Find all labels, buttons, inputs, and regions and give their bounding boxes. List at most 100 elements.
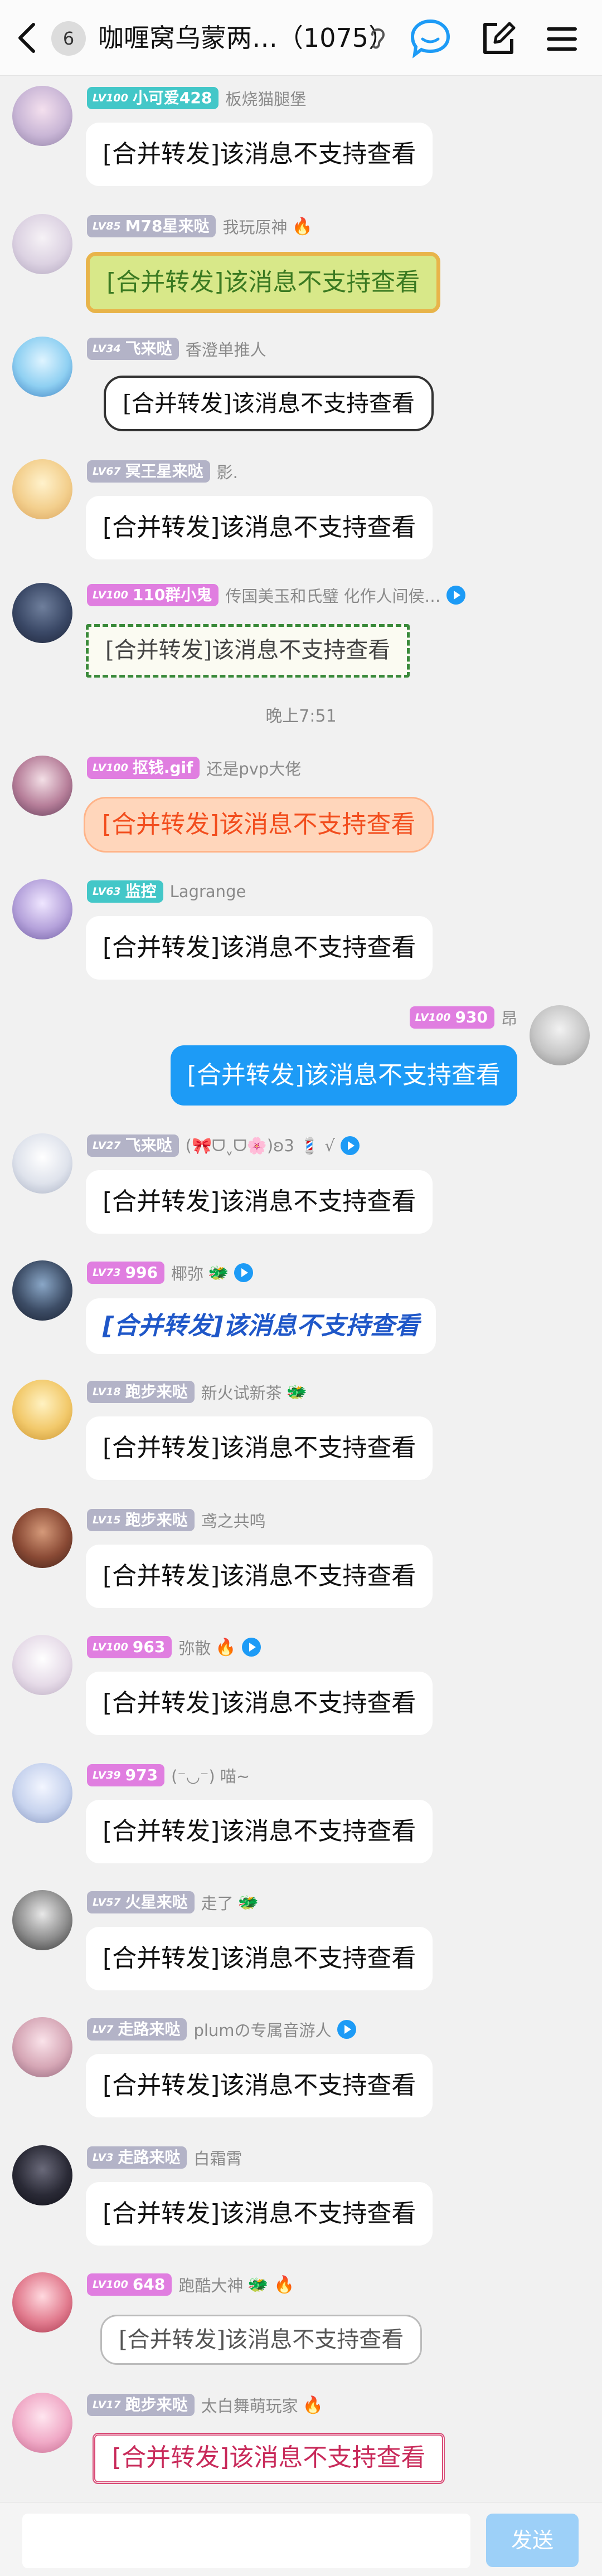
message-item: LV63 监控 Lagrange [合并转发]该消息不支持查看 — [0, 877, 602, 988]
message-bubble[interactable]: [合并转发]该消息不支持查看 — [86, 916, 433, 980]
message-input[interactable] — [22, 2514, 470, 2568]
sender-nickname[interactable]: 新火试新茶 — [201, 1380, 282, 1404]
member-title-tag: LV85 M78星来哒 — [87, 215, 216, 237]
edit-icon[interactable] — [478, 19, 517, 58]
message-item: LV34 飞来哒 香澄单推人 [合并转发]该消息不支持查看 — [0, 334, 602, 446]
message-item: LV100 小可爱428 板烧猫腿堡 [合并转发]该消息不支持查看 — [0, 84, 602, 195]
sender-meta: LV34 飞来哒 香澄单推人 — [87, 337, 266, 361]
message-bubble[interactable]: [合并转发]该消息不支持查看 — [104, 376, 434, 431]
sender-meta: LV100 648 跑酷大神 🐲 🔥 — [87, 2272, 295, 2297]
sender-meta: LV15 跑步来哒 鸢之共鸣 — [87, 1508, 266, 1532]
message-item: LV100 110群小鬼 传国美玉和氏璧 化作人间侯… [合并转发]该消息不支持查… — [0, 581, 602, 692]
voice-badge-icon — [241, 1638, 261, 1657]
sender-nickname[interactable]: 板烧猫腿堡 — [225, 86, 306, 110]
member-title-tag: LV100 930 — [409, 1006, 494, 1029]
avatar[interactable] — [12, 1260, 72, 1321]
sender-nickname[interactable]: 传国美玉和氏璧 化作人间侯… — [225, 583, 440, 607]
member-title-tag: LV100 小可爱428 — [87, 87, 219, 109]
avatar[interactable] — [12, 337, 72, 397]
message-item: LV85 M78星来哒 我玩原神 🔥 [合并转发]该消息不支持查看 — [0, 212, 602, 323]
avatar[interactable] — [12, 879, 72, 939]
avatar[interactable] — [12, 756, 72, 816]
avatar[interactable] — [12, 459, 72, 519]
avatar[interactable] — [12, 1890, 72, 1950]
avatar[interactable] — [12, 1133, 72, 1194]
message-bubble[interactable]: [合并转发]该消息不支持查看 — [86, 1298, 436, 1354]
message-item: LV3 走路来哒 白霜霄 [合并转发]该消息不支持查看 — [0, 2143, 602, 2254]
message-bubble[interactable]: [合并转发]该消息不支持查看 — [86, 1416, 433, 1480]
chevron-left-icon[interactable] — [12, 20, 43, 56]
sender-nickname[interactable]: 白霜霄 — [193, 2146, 242, 2169]
message-bubble[interactable]: [合并转发]该消息不支持查看 — [86, 624, 410, 678]
voice-badge-icon — [234, 1263, 254, 1282]
sender-nickname[interactable]: 昂 — [501, 1006, 517, 1029]
sender-nickname[interactable]: 还是pvp大佬 — [206, 756, 301, 780]
sender-nickname[interactable]: 影. — [217, 460, 238, 483]
sender-nickname[interactable]: (🎀ᗜˬᗜ🌸)ʚ3 💈 √ — [186, 1136, 335, 1156]
chat-header: 6 咖喱窝乌蒙两…（1075） — [0, 0, 602, 76]
message-bubble[interactable]: [合并转发]该消息不支持查看 — [86, 1672, 433, 1735]
unread-count-badge[interactable]: 6 — [51, 21, 86, 56]
member-title-tag: LV100 抠钱.gif — [87, 757, 200, 779]
sender-nickname[interactable]: 走了 — [201, 1891, 234, 1914]
sender-nickname[interactable]: 跑酷大神 — [178, 2273, 243, 2296]
sender-meta: LV63 监控 Lagrange — [87, 879, 246, 904]
member-title-tag: LV18 跑步来哒 — [87, 1381, 195, 1403]
avatar[interactable] — [12, 1635, 72, 1695]
sender-nickname[interactable]: plumの专属音游人 — [193, 2018, 331, 2041]
avatar[interactable] — [12, 2145, 72, 2205]
sender-nickname[interactable]: (⁻◡⁻) 喵~ — [171, 1764, 250, 1787]
message-bubble[interactable]: [合并转发]该消息不支持查看 — [93, 2433, 445, 2484]
message-bubble[interactable]: [合并转发]该消息不支持查看 — [100, 2315, 423, 2365]
sender-meta: LV73 996 椰弥 🐲 — [87, 1260, 254, 1285]
avatar[interactable] — [12, 86, 72, 146]
sender-nickname[interactable]: 我玩原神 — [222, 215, 287, 238]
sender-nickname[interactable]: 香澄单推人 — [186, 337, 266, 361]
message-bubble[interactable]: [合并转发]该消息不支持查看 — [86, 1545, 433, 1608]
sender-meta: LV67 冥王星来哒 影. — [87, 459, 238, 484]
avatar[interactable] — [12, 2272, 72, 2332]
send-button[interactable]: 发送 — [486, 2514, 579, 2567]
ear-icon[interactable] — [368, 25, 388, 52]
message-bubble[interactable]: [合并转发]该消息不支持查看 — [86, 123, 433, 186]
avatar[interactable] — [12, 1380, 72, 1440]
group-title[interactable]: 咖喱窝乌蒙两…（1075） — [98, 20, 377, 56]
message-bubble[interactable]: [合并转发]该消息不支持查看 — [86, 1170, 433, 1234]
sender-meta: LV7 走路来哒 plumの专属音游人 — [87, 2017, 356, 2042]
menu-icon[interactable] — [544, 22, 580, 56]
chat-bubble-icon[interactable] — [408, 17, 453, 59]
message-item: LV39 973 (⁻◡⁻) 喵~ [合并转发]该消息不支持查看 — [0, 1761, 602, 1872]
message-bubble[interactable]: [合并转发]该消息不支持查看 — [86, 496, 433, 559]
flame-icon: 🔥 — [215, 1637, 236, 1657]
message-bubble[interactable]: [合并转发]该消息不支持查看 — [86, 2054, 433, 2117]
avatar[interactable] — [12, 1508, 72, 1568]
message-item: LV18 跑步来哒 新火试新茶 🐲 [合并转发]该消息不支持查看 — [0, 1377, 602, 1489]
avatar[interactable] — [12, 214, 72, 274]
sender-nickname[interactable]: Lagrange — [170, 882, 246, 901]
avatar[interactable] — [12, 583, 72, 643]
message-bubble[interactable]: [合并转发]该消息不支持查看 — [86, 1927, 433, 1990]
member-title-tag: LV34 飞来哒 — [87, 338, 179, 360]
message-item: LV100 抠钱.gif 还是pvp大佬 [合并转发]该消息不支持查看 — [0, 753, 602, 865]
sender-meta: LV100 小可爱428 板烧猫腿堡 — [87, 86, 306, 110]
avatar[interactable] — [12, 2017, 72, 2077]
member-title-tag: LV7 走路来哒 — [87, 2018, 187, 2041]
sender-nickname[interactable]: 弥散 — [178, 1635, 211, 1659]
message-bubble[interactable]: [合并转发]该消息不支持查看 — [170, 1045, 517, 1106]
message-bubble[interactable]: [合并转发]该消息不支持查看 — [86, 2182, 433, 2246]
member-title-tag: LV100 963 — [87, 1636, 172, 1658]
sender-meta: LV100 抠钱.gif 还是pvp大佬 — [87, 756, 301, 780]
avatar[interactable] — [12, 2393, 72, 2453]
message-bubble[interactable]: [合并转发]该消息不支持查看 — [86, 1800, 433, 1863]
message-item-self: LV100 930 昂 [合并转发]该消息不支持查看 — [0, 1003, 602, 1114]
message-bubble[interactable]: [合并转发]该消息不支持查看 — [84, 797, 434, 853]
member-title-tag: LV27 飞来哒 — [87, 1134, 179, 1157]
sender-nickname[interactable]: 鸢之共鸣 — [201, 1508, 266, 1532]
sender-nickname[interactable]: 椰弥 — [171, 1261, 203, 1284]
avatar[interactable] — [530, 1005, 590, 1065]
sender-nickname[interactable]: 太白舞萌玩家 — [201, 2393, 298, 2417]
sender-meta: LV100 963 弥散 🔥 — [87, 1635, 261, 1659]
avatar[interactable] — [12, 1763, 72, 1823]
message-bubble[interactable]: [合并转发]该消息不支持查看 — [86, 252, 441, 313]
sender-meta: LV85 M78星来哒 我玩原神 🔥 — [87, 214, 313, 238]
